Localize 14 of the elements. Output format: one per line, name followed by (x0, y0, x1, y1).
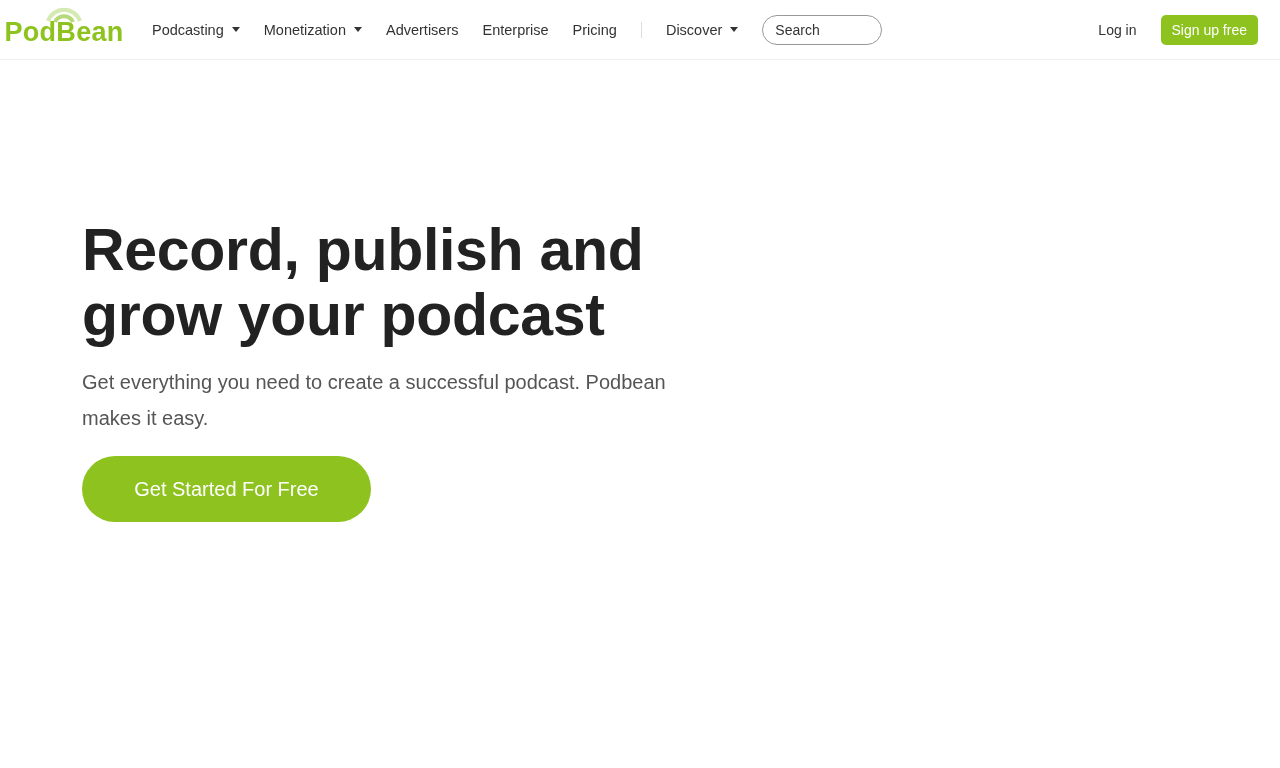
nav-link[interactable]: Enterprise (482, 21, 549, 38)
caret-icon (730, 27, 739, 32)
nav-link[interactable]: Podcasting (152, 21, 240, 38)
nav-link[interactable]: Monetization (263, 21, 362, 38)
hero-subtitle: Get everything you need to create a successful podcast. Podbean makes it easy. (82, 370, 667, 431)
caret-icon (231, 27, 240, 32)
nav-link[interactable]: Pricing (572, 21, 617, 38)
login-link[interactable]: Log in (1098, 21, 1137, 38)
caret-icon (353, 27, 362, 32)
signal-arcs-icon (44, 7, 84, 23)
search-field[interactable]: Search (762, 14, 883, 45)
nav-link[interactable]: Advertisers (385, 21, 459, 38)
hero-title: Record, publish and grow your podcast (82, 218, 645, 348)
nav-link[interactable]: Discover (665, 21, 739, 38)
